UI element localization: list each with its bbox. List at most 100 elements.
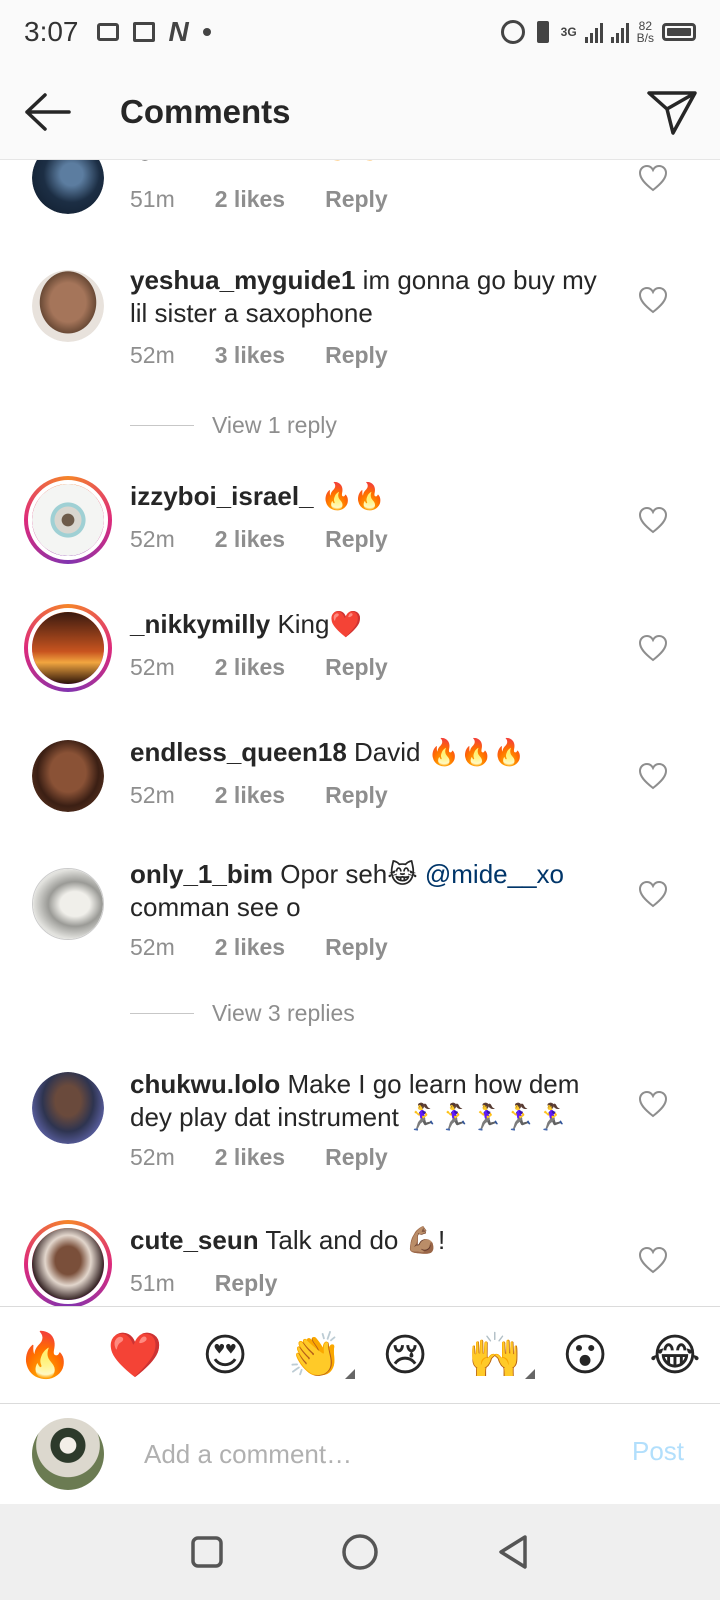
comment-item: yeshua_myguide1 im gonna go buy my lil s…	[0, 260, 720, 380]
add-comment-input[interactable]	[144, 1432, 584, 1476]
paper-plane-icon	[647, 90, 697, 135]
notification-icons: N	[96, 16, 211, 48]
comment-username[interactable]: chukwu.lolo	[130, 1069, 280, 1099]
comment-text: chukwu.lolo Make I go learn how dem dey …	[130, 1068, 620, 1134]
avatar-with-story[interactable]	[24, 604, 112, 692]
comment-text: _nikkymilly King❤️	[130, 608, 620, 641]
comment-likes[interactable]: 3 likes	[215, 342, 285, 369]
app-n-notification-icon: N	[168, 16, 189, 47]
reply-button[interactable]: Reply	[325, 934, 388, 961]
comment-time: 52m	[130, 342, 175, 368]
network-speed-unit: B/s	[636, 31, 654, 45]
signal-strength-2-icon	[610, 21, 629, 43]
comments-list[interactable]: ighodalobanks 🔥🔥 51m 2 likes Reply yeshu…	[0, 160, 720, 1306]
square-icon	[190, 1536, 223, 1568]
comment-likes[interactable]: 2 likes	[215, 1144, 285, 1171]
post-button[interactable]: Post	[632, 1436, 684, 1467]
quick-emoji-bar: 🔥 ❤️ 😍 👏 😢 🙌 😮 😂	[0, 1306, 720, 1404]
comment-time: 52m	[130, 782, 175, 808]
comment-meta: 52m 2 likes Reply	[130, 934, 388, 961]
like-heart-icon[interactable]	[638, 286, 668, 314]
comment-likes[interactable]: 2 likes	[215, 526, 285, 553]
emoji-surprised-button[interactable]: 😮	[553, 1330, 617, 1381]
comment-mention-link[interactable]: @mide__xo	[425, 859, 564, 889]
view-replies-label: View 1 reply	[212, 412, 337, 438]
emoji-fire-button[interactable]: 🔥	[13, 1329, 77, 1381]
arrow-left-icon	[25, 92, 71, 131]
comment-body: 🔥🔥	[320, 481, 386, 511]
status-time: 3:07	[24, 16, 79, 47]
comment-username[interactable]: cute_seun	[130, 1225, 259, 1255]
current-user-avatar	[32, 1418, 104, 1490]
avatar[interactable]	[32, 270, 104, 342]
avatar[interactable]	[32, 868, 104, 940]
comment-username[interactable]: only_1_bim	[130, 859, 273, 889]
comment-time: 52m	[130, 654, 175, 680]
circle-icon	[342, 1534, 378, 1570]
emoji-heart-eyes-button[interactable]: 😍	[193, 1330, 257, 1381]
comment-username[interactable]: _nikkymilly	[130, 609, 270, 639]
comment-item: _nikkymilly King❤️ 52m 2 likes Reply	[0, 604, 720, 704]
skin-tone-indicator-icon	[525, 1369, 535, 1379]
comment-time: 51m	[130, 1270, 175, 1296]
view-replies-button[interactable]: View 1 reply	[130, 412, 337, 439]
reply-button[interactable]: Reply	[325, 1144, 388, 1171]
comment-text: ighodalobanks 🔥🔥	[130, 160, 620, 163]
like-heart-icon[interactable]	[638, 164, 668, 192]
like-heart-icon[interactable]	[638, 1246, 668, 1274]
comment-meta: 51m Reply	[130, 1270, 277, 1297]
comment-likes[interactable]: 2 likes	[215, 782, 285, 809]
like-heart-icon[interactable]	[638, 1090, 668, 1118]
comment-meta: 52m 2 likes Reply	[130, 526, 388, 553]
emoji-crying-button[interactable]: 😢	[373, 1330, 437, 1381]
system-navigation-bar	[0, 1504, 720, 1600]
share-button[interactable]	[624, 64, 720, 160]
emoji-laughing-button[interactable]: 😂	[643, 1330, 707, 1381]
reply-button[interactable]: Reply	[325, 654, 388, 681]
like-heart-icon[interactable]	[638, 880, 668, 908]
avatar[interactable]	[32, 160, 104, 214]
network-type-label: 3G	[560, 25, 577, 39]
avatar[interactable]	[32, 740, 104, 812]
reply-button[interactable]: Reply	[215, 1270, 278, 1297]
app-header: Comments	[0, 64, 720, 160]
emoji-clap-button[interactable]: 👏	[283, 1329, 355, 1381]
comment-meta: 51m 2 likes Reply	[130, 186, 388, 213]
avatar-with-story[interactable]	[24, 1220, 112, 1306]
comment-likes[interactable]: 2 likes	[215, 934, 285, 961]
comment-meta: 52m 3 likes Reply	[130, 342, 388, 369]
news-notification-icon	[132, 22, 155, 42]
comment-item: izzyboi_israel_ 🔥🔥 52m 2 likes Reply	[0, 476, 720, 576]
page-title: Comments	[120, 92, 291, 130]
like-heart-icon[interactable]	[638, 506, 668, 534]
view-replies-label: View 3 replies	[212, 1000, 355, 1026]
emoji-raised-hands-button[interactable]: 🙌	[463, 1329, 535, 1381]
reply-button[interactable]: Reply	[325, 342, 388, 369]
home-button[interactable]	[330, 1522, 390, 1582]
comment-item: endless_queen18 David 🔥🔥🔥 52m 2 likes Re…	[0, 732, 720, 832]
back-button[interactable]	[0, 64, 96, 160]
comment-likes[interactable]: 2 likes	[215, 186, 285, 213]
comment-username[interactable]: ighodalobanks	[130, 160, 313, 161]
avatar[interactable]	[32, 1072, 104, 1144]
comment-username[interactable]: izzyboi_israel_	[130, 481, 314, 511]
emoji-heart-button[interactable]: ❤️	[103, 1329, 167, 1381]
comment-username[interactable]: endless_queen18	[130, 737, 347, 767]
back-nav-button[interactable]	[483, 1522, 543, 1582]
avatar-with-story[interactable]	[24, 476, 112, 564]
comment-time: 52m	[130, 1144, 175, 1170]
comment-likes[interactable]: 2 likes	[215, 654, 285, 681]
view-replies-button[interactable]: View 3 replies	[130, 1000, 355, 1027]
like-heart-icon[interactable]	[638, 762, 668, 790]
reply-button[interactable]: Reply	[325, 186, 388, 213]
like-heart-icon[interactable]	[638, 634, 668, 662]
recent-apps-button[interactable]	[177, 1522, 237, 1582]
comment-meta: 52m 2 likes Reply	[130, 1144, 388, 1171]
comment-body: 🔥🔥	[321, 160, 386, 161]
reply-button[interactable]: Reply	[325, 782, 388, 809]
comment-body-continued: comman see o	[130, 892, 301, 922]
battery-icon	[662, 23, 696, 41]
comment-username[interactable]: yeshua_myguide1	[130, 265, 355, 295]
reply-button[interactable]: Reply	[325, 526, 388, 553]
comment-item: only_1_bim Opor seh😹 @mide__xo comman se…	[0, 859, 720, 980]
